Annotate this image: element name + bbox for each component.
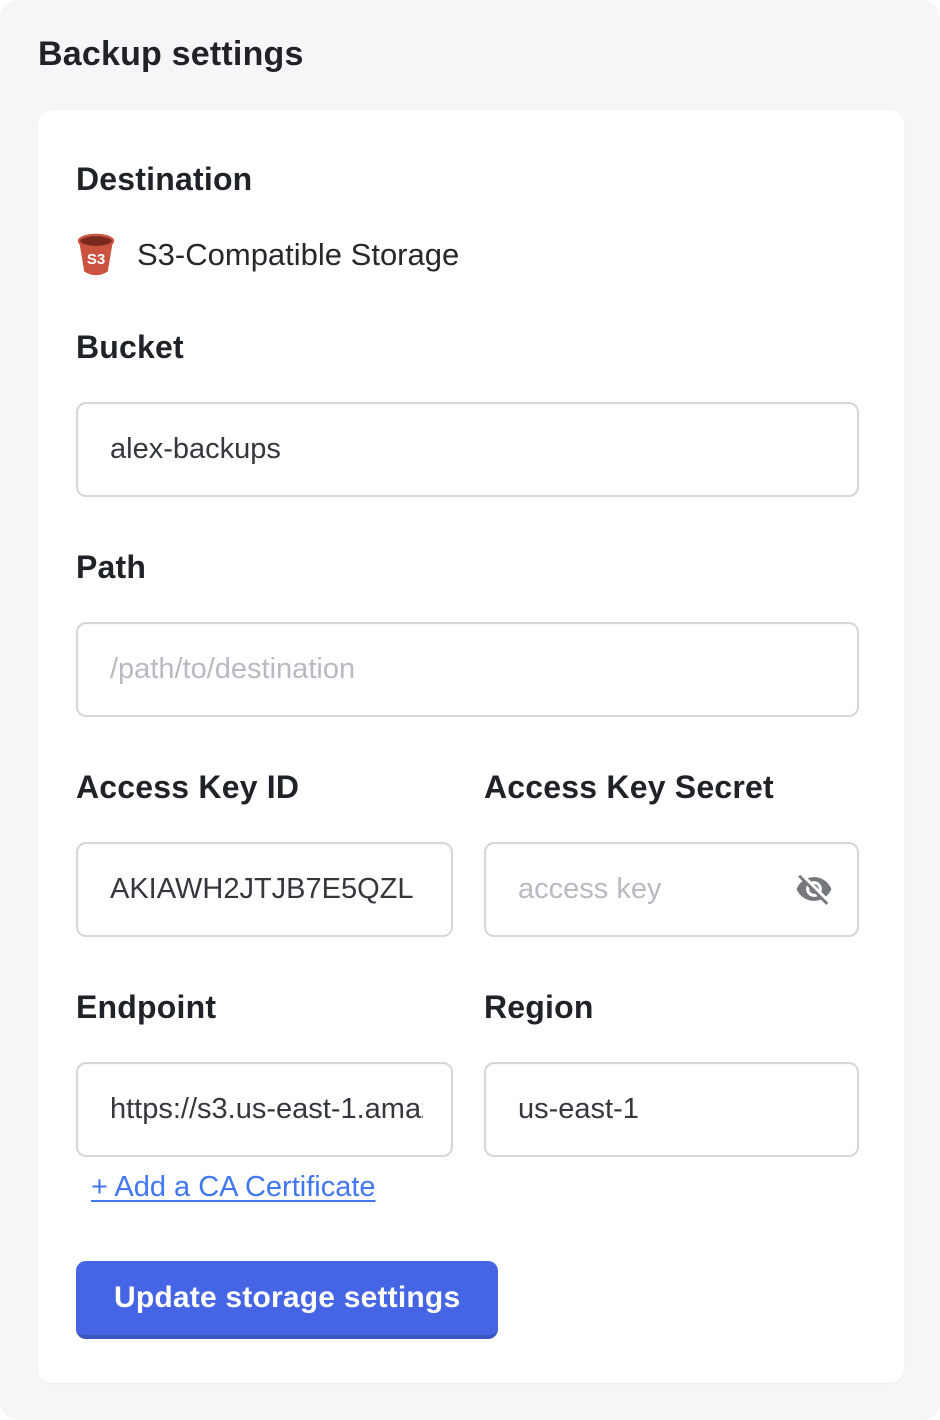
endpoint-section: Endpoint [76, 988, 453, 1157]
bucket-label: Bucket [76, 329, 184, 365]
access-key-id-input[interactable] [76, 842, 453, 937]
bucket-input[interactable] [76, 402, 859, 497]
destination-value-row: S3 S3-Compatible Storage [76, 233, 859, 277]
svg-text:S3: S3 [87, 251, 105, 268]
access-key-id-section: Access Key ID [76, 768, 453, 937]
path-section: Path [76, 548, 859, 717]
path-label: Path [76, 549, 146, 585]
s3-bucket-icon: S3 [76, 233, 116, 277]
add-ca-certificate-link[interactable]: + Add a CA Certificate [91, 1168, 376, 1206]
access-key-secret-wrap [484, 842, 859, 937]
endpoint-label: Endpoint [76, 989, 216, 1025]
path-input[interactable] [76, 622, 859, 717]
endpoint-region-row: Endpoint Region [76, 988, 859, 1157]
backup-settings-card: Destination S3 S3-Compatible Storage Buc… [38, 110, 904, 1383]
region-label: Region [484, 989, 594, 1025]
access-key-id-label: Access Key ID [76, 769, 299, 805]
update-storage-settings-button[interactable]: Update storage settings [76, 1261, 498, 1339]
backup-settings-panel: Backup settings Destination S3 S3-Compat… [0, 0, 940, 1420]
endpoint-input[interactable] [76, 1062, 453, 1157]
access-keys-row: Access Key ID Access Key Secret [76, 768, 859, 937]
access-key-secret-section: Access Key Secret [484, 768, 859, 937]
page-title: Backup settings [38, 34, 903, 74]
access-key-secret-label: Access Key Secret [484, 769, 774, 805]
bucket-section: Bucket [76, 328, 859, 497]
ca-certificate-row: + Add a CA Certificate [76, 1168, 859, 1206]
destination-label: Destination [76, 160, 859, 198]
region-input[interactable] [484, 1062, 859, 1157]
region-section: Region [484, 988, 859, 1157]
destination-value: S3-Compatible Storage [137, 236, 459, 274]
eye-off-icon[interactable] [795, 870, 833, 908]
